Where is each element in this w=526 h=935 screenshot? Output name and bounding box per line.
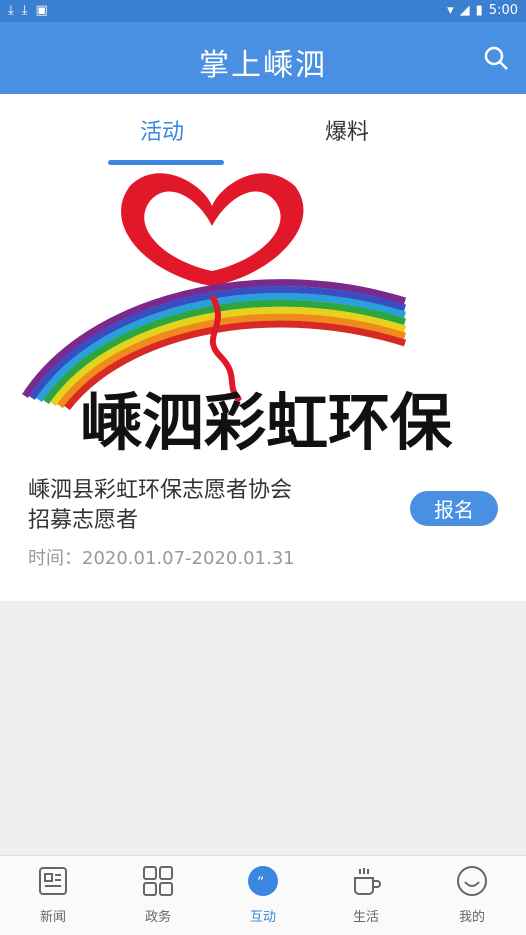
status-time: 5:00 <box>488 3 518 18</box>
app-bar: 掌上嵊泗 <box>0 22 526 94</box>
smile-icon <box>457 866 487 896</box>
download-icon: ⤓ <box>8 3 14 18</box>
app-title: 掌上嵊泗 <box>199 48 327 83</box>
nav-news[interactable]: 新闻 <box>13 864 93 925</box>
activity-card[interactable]: 嵊泗彩虹环保 嵊泗县彩虹环保志愿者协会 招募志愿者 报名 时间：2020.01.… <box>0 166 526 601</box>
activity-time: 时间：2020.01.07-2020.01.31 <box>28 548 295 569</box>
nav-life[interactable]: 生活 <box>326 864 406 925</box>
nav-government[interactable]: 政务 <box>118 864 198 925</box>
tab-indicator <box>108 160 224 165</box>
coffee-cup-icon <box>354 868 381 895</box>
status-left: ⤓ ⤓ ▣ <box>8 3 48 18</box>
nav-interaction[interactable]: ” 互动 <box>223 864 303 925</box>
activity-banner-image[interactable]: 嵊泗彩虹环保 <box>0 166 526 456</box>
download-icon: ⤓ <box>21 3 28 18</box>
search-icon[interactable] <box>482 44 510 72</box>
activity-title[interactable]: 嵊泗县彩虹环保志愿者协会 招募志愿者 <box>28 476 388 536</box>
status-bar: ⤓ ⤓ ▣ ▾ ◢ ▮ 5:00 <box>0 0 526 22</box>
signup-button[interactable]: 报名 <box>410 491 498 526</box>
activity-title-line2: 招募志愿者 <box>28 508 139 533</box>
chat-bubble-icon: ” <box>248 866 278 896</box>
grid-icon <box>143 866 173 896</box>
news-icon <box>39 867 67 895</box>
battery-icon: ▮ <box>475 3 483 18</box>
notification-icon: ▣ <box>35 3 48 18</box>
nav-interaction-label: 互动 <box>249 910 276 925</box>
wifi-icon: ▾ <box>447 3 454 18</box>
banner-text: 嵊泗彩虹环保 <box>80 386 453 456</box>
nav-profile[interactable]: 我的 <box>432 864 512 925</box>
activity-title-line1: 嵊泗县彩虹环保志愿者协会 <box>28 478 293 503</box>
signal-icon: ◢ <box>459 3 470 18</box>
svg-text:”: ” <box>257 875 264 891</box>
nav-government-label: 政务 <box>144 910 171 925</box>
tab-report[interactable]: 爆料 <box>325 114 369 146</box>
tab-bar: 活动 爆料 <box>0 94 526 166</box>
nav-profile-label: 我的 <box>458 910 485 925</box>
bottom-navigation: 新闻 政务 ” 互动 生活 我的 <box>0 855 526 935</box>
tab-activity[interactable]: 活动 <box>140 114 184 146</box>
nav-life-label: 生活 <box>352 910 379 925</box>
status-right: ▾ ◢ ▮ 5:00 <box>447 3 518 18</box>
nav-news-label: 新闻 <box>39 910 66 925</box>
